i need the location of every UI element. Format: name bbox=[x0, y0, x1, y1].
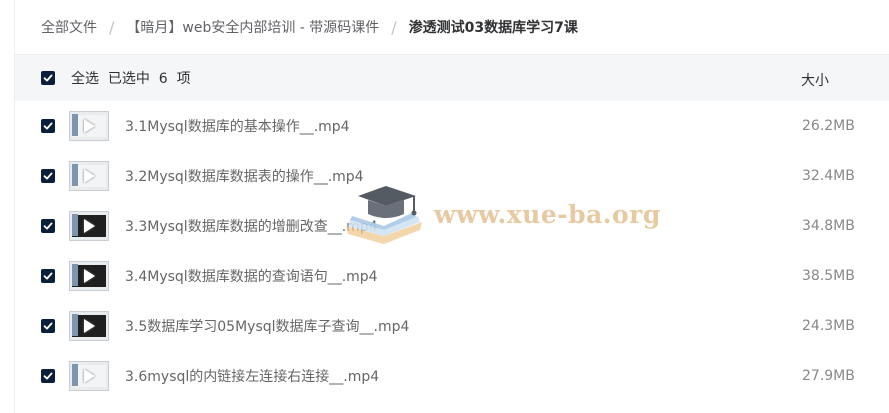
file-checkbox[interactable] bbox=[41, 169, 55, 183]
file-size: 24.3MB bbox=[802, 318, 855, 334]
file-checkbox[interactable] bbox=[41, 119, 55, 133]
file-size: 27.9MB bbox=[802, 368, 855, 384]
breadcrumb-item-root[interactable]: 全部文件 bbox=[41, 17, 97, 37]
checkmark-icon bbox=[43, 122, 53, 130]
file-size: 34.8MB bbox=[802, 218, 855, 234]
file-size: 38.5MB bbox=[802, 268, 855, 284]
file-row[interactable]: 3.2Mysql数据库数据表的操作__.mp4 32.4MB bbox=[15, 151, 889, 201]
checkmark-icon bbox=[43, 222, 53, 230]
breadcrumb: 全部文件 / 【暗月】web安全内部培训 - 带源码课件 / 渗透测试03数据库… bbox=[15, 0, 889, 55]
file-checkbox[interactable] bbox=[41, 319, 55, 333]
file-name[interactable]: 3.6mysql的内链接左连接右连接__.mp4 bbox=[125, 366, 379, 386]
video-thumbnail-icon bbox=[69, 111, 109, 141]
file-row[interactable]: 3.3Mysql数据库数据的增删改查__.mp4 34.8MB bbox=[15, 201, 889, 251]
breadcrumb-item-current: 渗透测试03数据库学习7课 bbox=[408, 20, 578, 36]
size-column-header[interactable]: 大小 bbox=[801, 70, 829, 90]
video-thumbnail-icon bbox=[69, 211, 109, 241]
checkmark-icon bbox=[43, 172, 53, 180]
file-name[interactable]: 3.4Mysql数据库数据的查询语句__.mp4 bbox=[125, 266, 378, 286]
video-thumbnail-icon bbox=[69, 261, 109, 291]
file-checkbox[interactable] bbox=[41, 369, 55, 383]
video-thumbnail-icon bbox=[69, 361, 109, 391]
file-row[interactable]: 3.6mysql的内链接左连接右连接__.mp4 27.9MB bbox=[15, 351, 889, 401]
file-size: 32.4MB bbox=[802, 168, 855, 184]
file-name[interactable]: 3.5数据库学习05Mysql数据库子查询__.mp4 bbox=[125, 316, 409, 336]
selection-count-label: 全选 已选中 6 项 bbox=[71, 71, 191, 87]
file-list: 3.1Mysql数据库的基本操作__.mp4 26.2MB 3.2Mysql数据… bbox=[15, 101, 889, 401]
file-browser-panel: 全部文件 / 【暗月】web安全内部培训 - 带源码课件 / 渗透测试03数据库… bbox=[14, 0, 889, 413]
file-row[interactable]: 3.1Mysql数据库的基本操作__.mp4 26.2MB bbox=[15, 101, 889, 151]
breadcrumb-separator: / bbox=[391, 17, 397, 37]
file-size: 26.2MB bbox=[802, 118, 855, 134]
file-name[interactable]: 3.1Mysql数据库的基本操作__.mp4 bbox=[125, 116, 350, 136]
file-row[interactable]: 3.5数据库学习05Mysql数据库子查询__.mp4 24.3MB bbox=[15, 301, 889, 351]
breadcrumb-item-course[interactable]: 【暗月】web安全内部培训 - 带源码课件 bbox=[126, 17, 379, 37]
file-checkbox[interactable] bbox=[41, 219, 55, 233]
checkmark-icon bbox=[43, 74, 53, 82]
video-thumbnail-icon bbox=[69, 311, 109, 341]
video-thumbnail-icon bbox=[69, 161, 109, 191]
checkmark-icon bbox=[43, 372, 53, 380]
file-row[interactable]: 3.4Mysql数据库数据的查询语句__.mp4 38.5MB bbox=[15, 251, 889, 301]
checkmark-icon bbox=[43, 322, 53, 330]
file-name[interactable]: 3.3Mysql数据库数据的增删改查__.mp4 bbox=[125, 216, 378, 236]
file-list-header: 全选 已选中 6 项 大小 bbox=[15, 55, 889, 101]
select-all-checkbox[interactable] bbox=[41, 71, 55, 85]
checkmark-icon bbox=[43, 272, 53, 280]
file-checkbox[interactable] bbox=[41, 269, 55, 283]
file-name[interactable]: 3.2Mysql数据库数据表的操作__.mp4 bbox=[125, 166, 364, 186]
breadcrumb-separator: / bbox=[109, 17, 115, 37]
